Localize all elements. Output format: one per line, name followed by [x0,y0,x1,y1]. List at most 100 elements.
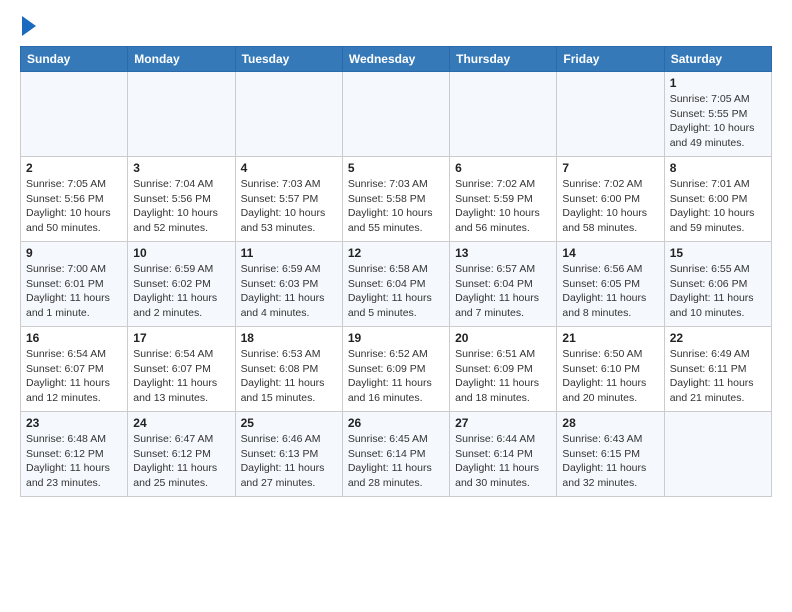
calendar-cell: 22Sunrise: 6:49 AM Sunset: 6:11 PM Dayli… [664,327,771,412]
calendar-cell: 20 Sunrise: 6:51 AM Sunset: 6:09 PM Dayli… [450,327,557,412]
day-number: 20 [455,331,551,345]
calendar-cell: 8 Sunrise: 7:01 AM Sunset: 6:00 PM Daylig… [664,157,771,242]
day-number: 8 [670,161,766,175]
day-number: 11 [241,246,337,260]
day-info: Sunrise: 6:43 AM Sunset: 6:15 PM Dayligh… [562,432,658,491]
day-info: Sunrise: 6:49 AM Sunset: 6:11 PM Dayligh… [670,347,766,406]
day-number: 2 [26,161,122,175]
day-number: 16 [26,331,122,345]
day-info: Sunrise: 7:05 AM Sunset: 5:56 PM Dayligh… [26,177,122,236]
day-info: Sunrise: 6:47 AM Sunset: 6:12 PM Dayligh… [133,432,229,491]
day-number: 12 [348,246,444,260]
calendar-cell: 28 Sunrise: 6:43 AM Sunset: 6:15 PM Dayli… [557,412,664,497]
calendar-cell: 7Sunrise: 7:02 AM Sunset: 6:00 PM Daylig… [557,157,664,242]
calendar-cell: 17Sunrise: 6:54 AM Sunset: 6:07 PM Dayli… [128,327,235,412]
logo [20,16,36,36]
day-info: Sunrise: 6:59 AM Sunset: 6:02 PM Dayligh… [133,262,229,321]
day-info: Sunrise: 6:51 AM Sunset: 6:09 PM Dayligh… [455,347,551,406]
day-info: Sunrise: 6:44 AM Sunset: 6:14 PM Dayligh… [455,432,551,491]
calendar-week-row: 9 Sunrise: 7:00 AM Sunset: 6:01 PM Daylig… [21,242,772,327]
day-info: Sunrise: 6:59 AM Sunset: 6:03 PM Dayligh… [241,262,337,321]
page: SundayMondayTuesdayWednesdayThursdayFrid… [0,0,792,513]
day-number: 1 [670,76,766,90]
calendar-cell: 2 Sunrise: 7:05 AM Sunset: 5:56 PM Daylig… [21,157,128,242]
calendar-cell: 23 Sunrise: 6:48 AM Sunset: 6:12 PM Dayli… [21,412,128,497]
calendar-cell: 15 Sunrise: 6:55 AM Sunset: 6:06 PM Dayli… [664,242,771,327]
calendar-cell: 24 Sunrise: 6:47 AM Sunset: 6:12 PM Dayli… [128,412,235,497]
calendar-cell: 4 Sunrise: 7:03 AM Sunset: 5:57 PM Daylig… [235,157,342,242]
weekday-header-wednesday: Wednesday [342,47,449,72]
day-number: 26 [348,416,444,430]
weekday-header-friday: Friday [557,47,664,72]
day-info: Sunrise: 7:00 AM Sunset: 6:01 PM Dayligh… [26,262,122,321]
day-info: Sunrise: 6:58 AM Sunset: 6:04 PM Dayligh… [348,262,444,321]
day-info: Sunrise: 7:02 AM Sunset: 5:59 PM Dayligh… [455,177,551,236]
logo-text [20,16,36,36]
calendar-week-row: 16 Sunrise: 6:54 AM Sunset: 6:07 PM Dayli… [21,327,772,412]
calendar-cell [450,72,557,157]
calendar-cell [664,412,771,497]
header [20,16,772,36]
calendar-cell [342,72,449,157]
calendar-cell: 3 Sunrise: 7:04 AM Sunset: 5:56 PM Daylig… [128,157,235,242]
day-info: Sunrise: 7:03 AM Sunset: 5:57 PM Dayligh… [241,177,337,236]
calendar-cell: 21 Sunrise: 6:50 AM Sunset: 6:10 PM Dayli… [557,327,664,412]
day-info: Sunrise: 6:53 AM Sunset: 6:08 PM Dayligh… [241,347,337,406]
calendar-header-row: SundayMondayTuesdayWednesdayThursdayFrid… [21,47,772,72]
day-number: 25 [241,416,337,430]
weekday-header-monday: Monday [128,47,235,72]
calendar-cell: 5 Sunrise: 7:03 AM Sunset: 5:58 PM Daylig… [342,157,449,242]
day-number: 18 [241,331,337,345]
day-info: Sunrise: 6:50 AM Sunset: 6:10 PM Dayligh… [562,347,658,406]
day-info: Sunrise: 6:46 AM Sunset: 6:13 PM Dayligh… [241,432,337,491]
calendar-table: SundayMondayTuesdayWednesdayThursdayFrid… [20,46,772,497]
day-info: Sunrise: 7:01 AM Sunset: 6:00 PM Dayligh… [670,177,766,236]
day-info: Sunrise: 7:02 AM Sunset: 6:00 PM Dayligh… [562,177,658,236]
calendar-cell: 27Sunrise: 6:44 AM Sunset: 6:14 PM Dayli… [450,412,557,497]
calendar-cell [557,72,664,157]
calendar-cell: 10Sunrise: 6:59 AM Sunset: 6:02 PM Dayli… [128,242,235,327]
weekday-header-sunday: Sunday [21,47,128,72]
weekday-header-thursday: Thursday [450,47,557,72]
calendar-cell: 26 Sunrise: 6:45 AM Sunset: 6:14 PM Dayli… [342,412,449,497]
weekday-header-saturday: Saturday [664,47,771,72]
calendar-week-row: 23 Sunrise: 6:48 AM Sunset: 6:12 PM Dayli… [21,412,772,497]
day-info: Sunrise: 7:05 AM Sunset: 5:55 PM Dayligh… [670,92,766,151]
day-number: 15 [670,246,766,260]
calendar-cell: 14 Sunrise: 6:56 AM Sunset: 6:05 PM Dayli… [557,242,664,327]
calendar-cell: 18 Sunrise: 6:53 AM Sunset: 6:08 PM Dayli… [235,327,342,412]
day-number: 24 [133,416,229,430]
day-info: Sunrise: 7:04 AM Sunset: 5:56 PM Dayligh… [133,177,229,236]
calendar-cell [235,72,342,157]
weekday-header-tuesday: Tuesday [235,47,342,72]
calendar-cell: 19Sunrise: 6:52 AM Sunset: 6:09 PM Dayli… [342,327,449,412]
day-info: Sunrise: 6:55 AM Sunset: 6:06 PM Dayligh… [670,262,766,321]
day-number: 21 [562,331,658,345]
day-number: 23 [26,416,122,430]
calendar-cell: 16Sunrise: 6:54 AM Sunset: 6:07 PM Dayli… [21,327,128,412]
calendar-cell: 9 Sunrise: 7:00 AM Sunset: 6:01 PM Daylig… [21,242,128,327]
day-info: Sunrise: 6:56 AM Sunset: 6:05 PM Dayligh… [562,262,658,321]
calendar-week-row: 2 Sunrise: 7:05 AM Sunset: 5:56 PM Daylig… [21,157,772,242]
day-number: 28 [562,416,658,430]
calendar-week-row: 1 Sunrise: 7:05 AM Sunset: 5:55 PM Daylig… [21,72,772,157]
day-number: 3 [133,161,229,175]
day-number: 6 [455,161,551,175]
day-number: 5 [348,161,444,175]
day-number: 4 [241,161,337,175]
calendar-cell: 25 Sunrise: 6:46 AM Sunset: 6:13 PM Dayli… [235,412,342,497]
logo-arrow-icon [22,16,36,36]
calendar-cell: 6 Sunrise: 7:02 AM Sunset: 5:59 PM Daylig… [450,157,557,242]
calendar-cell: 11 Sunrise: 6:59 AM Sunset: 6:03 PM Dayli… [235,242,342,327]
calendar-cell [128,72,235,157]
day-number: 9 [26,246,122,260]
calendar-cell: 1 Sunrise: 7:05 AM Sunset: 5:55 PM Daylig… [664,72,771,157]
day-info: Sunrise: 6:54 AM Sunset: 6:07 PM Dayligh… [133,347,229,406]
calendar-cell: 12 Sunrise: 6:58 AM Sunset: 6:04 PM Dayli… [342,242,449,327]
day-info: Sunrise: 7:03 AM Sunset: 5:58 PM Dayligh… [348,177,444,236]
day-info: Sunrise: 6:48 AM Sunset: 6:12 PM Dayligh… [26,432,122,491]
day-info: Sunrise: 6:52 AM Sunset: 6:09 PM Dayligh… [348,347,444,406]
day-info: Sunrise: 6:45 AM Sunset: 6:14 PM Dayligh… [348,432,444,491]
calendar-cell [21,72,128,157]
day-number: 14 [562,246,658,260]
